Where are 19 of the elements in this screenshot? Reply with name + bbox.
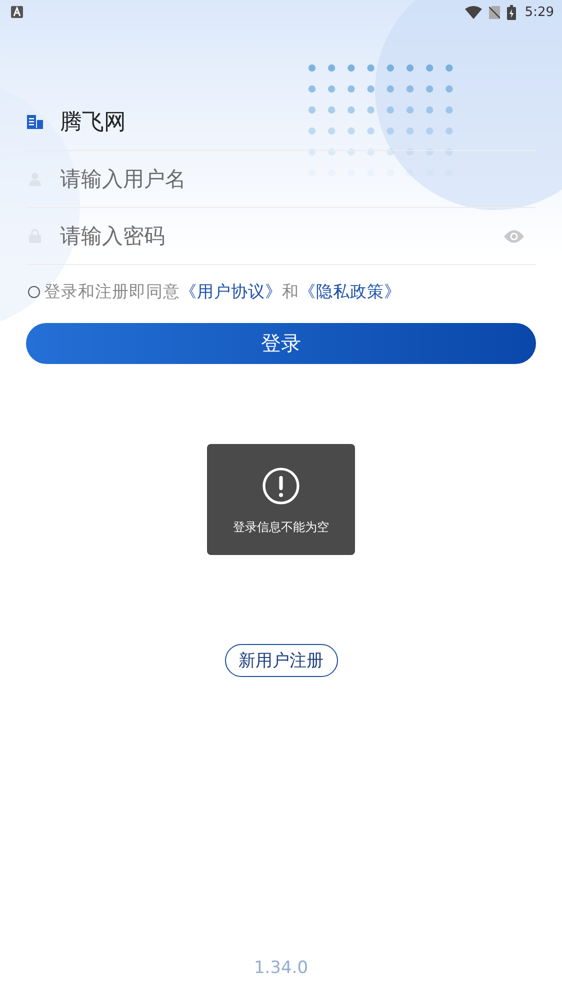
notification-icon <box>11 6 23 18</box>
input-field[interactable]: 请输入密码 <box>60 224 504 248</box>
policy-link[interactable]: 《用户协议》 <box>180 281 282 303</box>
toast-text: 登录信息不能为空 <box>233 519 329 536</box>
no-sim-icon <box>488 6 500 18</box>
clock-time: 5:29 <box>524 4 554 20</box>
building-icon <box>27 115 43 129</box>
warning-icon <box>262 467 300 505</box>
wifi-icon <box>464 6 482 18</box>
policy-link[interactable]: 《隐私政策》 <box>299 281 401 303</box>
login-button[interactable]: 登录 <box>26 323 536 364</box>
version-text: 1.34.0 <box>252 958 310 978</box>
agreement-radio[interactable] <box>28 286 40 298</box>
input-field[interactable]: 请输入用户名 <box>60 167 536 191</box>
register-button[interactable]: 新用户注册 <box>224 644 338 677</box>
agreement-text: 和 <box>282 281 299 303</box>
site-name: 腾飞网 <box>60 109 126 137</box>
agreement-text: 登录和注册即同意 <box>44 281 180 303</box>
battery-icon <box>506 4 516 20</box>
